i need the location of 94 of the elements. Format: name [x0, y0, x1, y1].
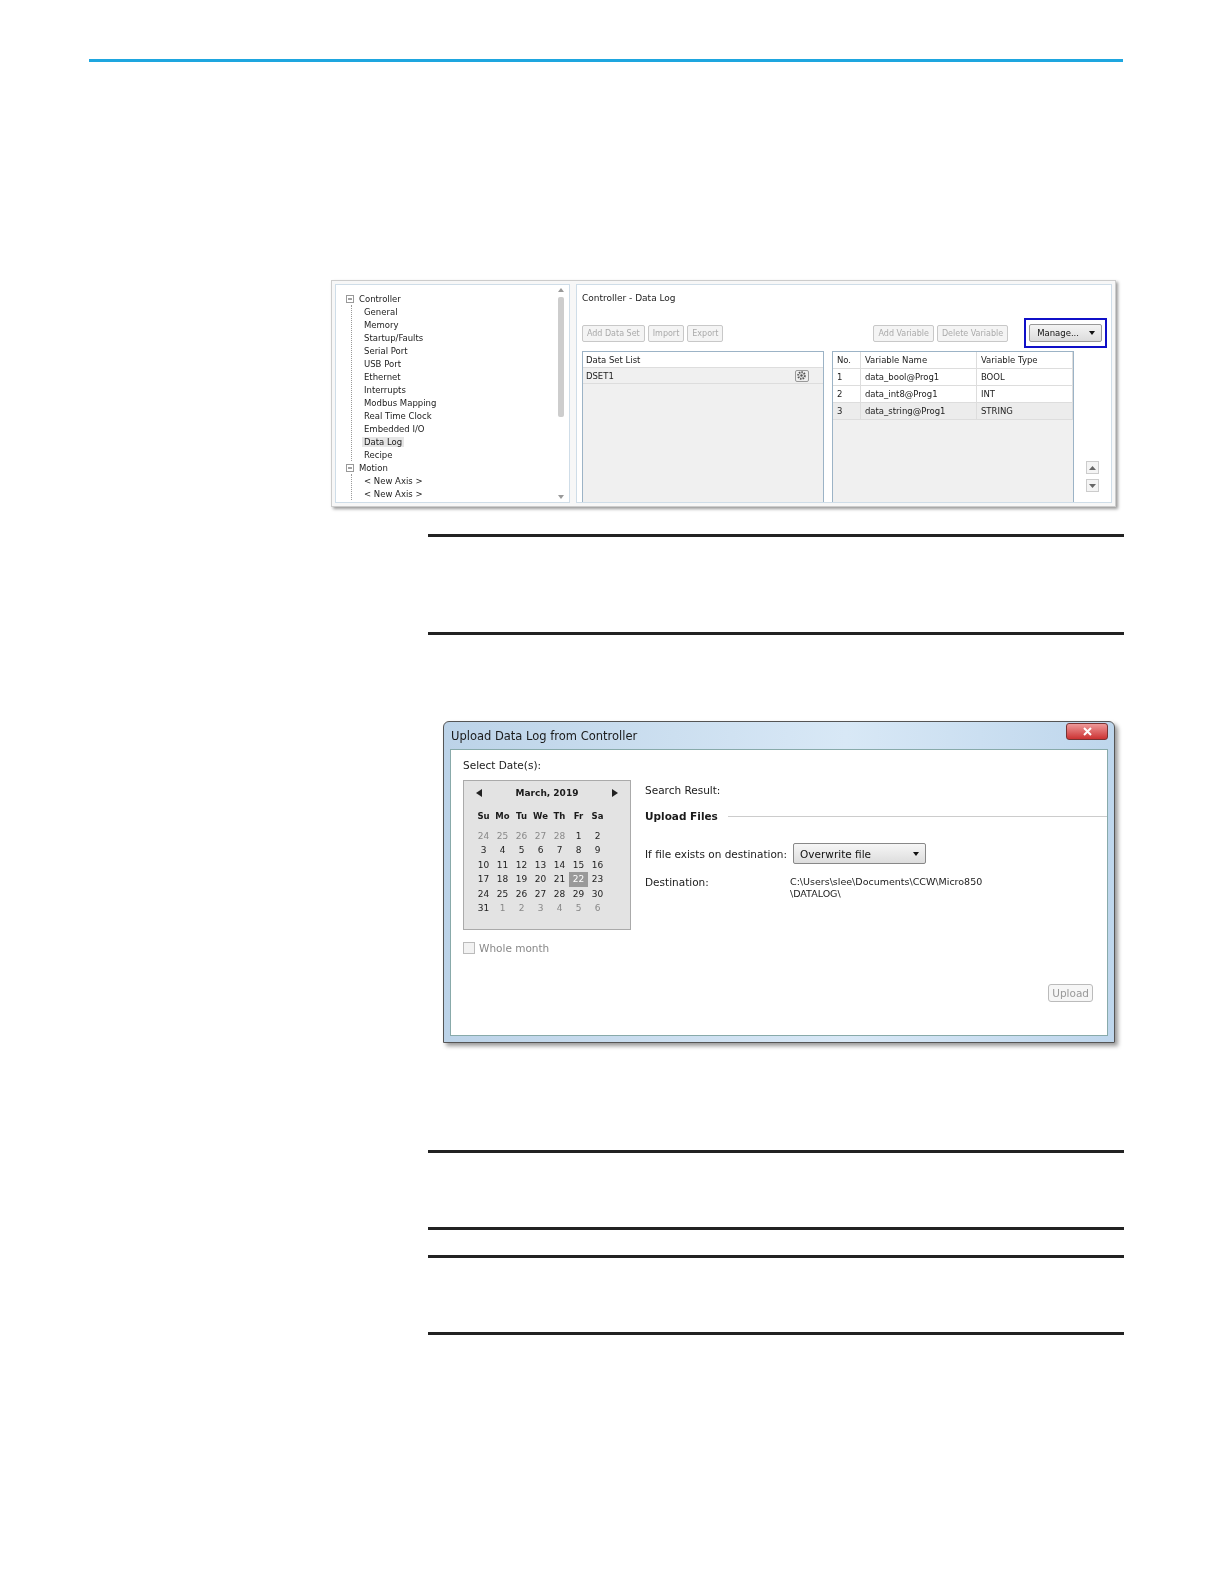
gear-icon — [797, 371, 807, 380]
calendar-day[interactable]: 3 — [474, 843, 493, 858]
caret-icon — [913, 851, 920, 856]
table-row[interactable]: 2 data_int8@Prog1 INT — [832, 386, 1073, 403]
settings-button[interactable] — [794, 369, 809, 382]
calendar-day[interactable]: 15 — [569, 857, 588, 873]
up-arrow-icon — [1087, 464, 1097, 471]
calendar-day[interactable]: 29 — [569, 886, 588, 901]
left-arrow-icon — [476, 789, 482, 797]
section-title: Upload Files — [645, 810, 718, 822]
calendar-day[interactable]: 30 — [588, 886, 607, 901]
calendar-day[interactable]: 16 — [588, 857, 607, 873]
previous-month-button[interactable] — [474, 787, 484, 799]
down-arrow-icon — [1087, 482, 1097, 489]
weekday-label: We — [532, 810, 549, 823]
scroll-thumb[interactable] — [557, 297, 564, 417]
calendar-day[interactable]: 1 — [569, 829, 588, 844]
weekday-label: Su — [476, 810, 491, 823]
column-header: Variable Type — [976, 352, 1073, 368]
calendar-day[interactable]: 8 — [569, 843, 588, 858]
scrollbar[interactable] — [555, 287, 566, 500]
tree-item[interactable]: Startup/Faults — [362, 332, 426, 343]
calendar-day[interactable]: 27 — [531, 886, 550, 901]
weekday-label: Sa — [590, 810, 605, 823]
next-month-button[interactable] — [610, 787, 620, 799]
calendar-day[interactable]: 14 — [550, 857, 569, 873]
tree-item[interactable]: Recipe — [362, 449, 395, 460]
dialog-title: Upload Data Log from Controller — [450, 728, 638, 743]
calendar-day[interactable]: 7 — [550, 843, 569, 858]
tree-item[interactable]: Interrupts — [362, 384, 408, 395]
weekday-label: Fr — [572, 810, 585, 823]
tree-item[interactable]: < New Axis > — [362, 488, 425, 499]
destination-path: C:\Users\slee\Documents\CCW\Micro850 \DATALOG\ — [790, 876, 983, 900]
caret-icon — [1089, 331, 1095, 335]
up-arrow-icon — [556, 287, 565, 293]
field-label: If file exists on destination: — [645, 847, 788, 860]
calendar-day[interactable]: 13 — [531, 857, 550, 873]
calendar-day[interactable]: 17 — [474, 872, 493, 887]
tree-item[interactable]: General — [362, 306, 400, 317]
collapse-icon[interactable] — [346, 294, 354, 303]
close-button[interactable] — [1066, 723, 1108, 740]
tree-item[interactable]: Motion — [357, 462, 390, 473]
calendar-day[interactable]: 9 — [588, 843, 607, 858]
tree-item[interactable]: Memory — [362, 319, 401, 330]
calendar-day[interactable]: 28 — [550, 886, 569, 901]
weekday-label: Th — [552, 810, 567, 823]
tree-item[interactable]: Modbus Mapping — [362, 397, 439, 408]
table-row[interactable]: 3 data_string@Prog1 STRING — [832, 403, 1073, 420]
tree-item[interactable]: Ethernet — [362, 371, 403, 382]
calendar-day[interactable]: 24 — [474, 886, 493, 901]
calendar[interactable]: March, 2019 Su Mo Tu We Th Fr Sa 24 25 26 27 28 1 2 3 4 5 6 7 8 9 10 11 12 13 14 15 16 17 18 19 20 21 22 23 24 25 26 27 28 29 30 31 1 2 3 4 5 6 — [463, 780, 631, 930]
tree-item[interactable]: Serial Port — [362, 345, 410, 356]
move-up-button[interactable] — [1085, 461, 1099, 474]
calendar-day[interactable]: 5 — [512, 843, 531, 858]
calendar-day[interactable]: 6 — [531, 843, 550, 858]
calendar-day[interactable]: 25 — [493, 886, 512, 901]
manage-dropdown-button[interactable]: Manage... — [1029, 324, 1102, 342]
calendar-day[interactable]: 10 — [474, 857, 493, 873]
calendar-day[interactable]: 4 — [493, 843, 512, 858]
column-header: No. — [832, 352, 861, 368]
collapse-icon[interactable] — [346, 463, 354, 472]
column-header: Data Set List — [582, 352, 823, 368]
weekday-label: Tu — [515, 810, 528, 823]
table-row[interactable]: 1 data_bool@Prog1 BOOL — [832, 369, 1073, 386]
tree-item[interactable]: < New Axis > — [362, 475, 425, 486]
calendar-day[interactable]: 31 — [474, 900, 493, 916]
calendar-day[interactable]: 19 — [512, 872, 531, 887]
column-header: Variable Name — [860, 352, 977, 368]
weekday-label: Mo — [494, 810, 511, 823]
panel-title: Controller - Data Log — [581, 293, 677, 305]
calendar-day[interactable]: 18 — [493, 872, 512, 887]
tree-item[interactable]: Controller — [357, 293, 403, 304]
calendar-day[interactable]: 11 — [493, 857, 512, 873]
field-label: Select Date(s): — [463, 759, 543, 771]
calendar-day[interactable]: 20 — [531, 872, 550, 887]
month-title: March, 2019 — [515, 788, 579, 798]
close-icon — [1082, 727, 1092, 736]
right-arrow-icon — [612, 789, 618, 797]
down-arrow-icon — [556, 494, 565, 500]
calendar-day[interactable]: 26 — [512, 886, 531, 901]
field-label: Search Result: — [645, 784, 722, 796]
tree-item[interactable]: Data Log — [362, 436, 405, 447]
calendar-day[interactable]: 2 — [588, 829, 607, 844]
tree-item[interactable]: USB Port — [362, 358, 403, 369]
list-item[interactable]: DSET1 — [585, 370, 614, 381]
tree-item[interactable]: Embedded I/O — [362, 423, 427, 434]
calendar-day[interactable]: 21 — [550, 872, 569, 887]
tree-item[interactable]: Real Time Clock — [362, 410, 434, 421]
calendar-day[interactable]: 12 — [512, 857, 531, 873]
move-down-button[interactable] — [1085, 479, 1099, 492]
field-label: Destination: — [645, 876, 710, 890]
checkbox-label: Whole month — [479, 942, 550, 954]
calendar-day[interactable]: 23 — [588, 872, 607, 887]
dropdown[interactable]: Overwrite file — [793, 843, 927, 864]
